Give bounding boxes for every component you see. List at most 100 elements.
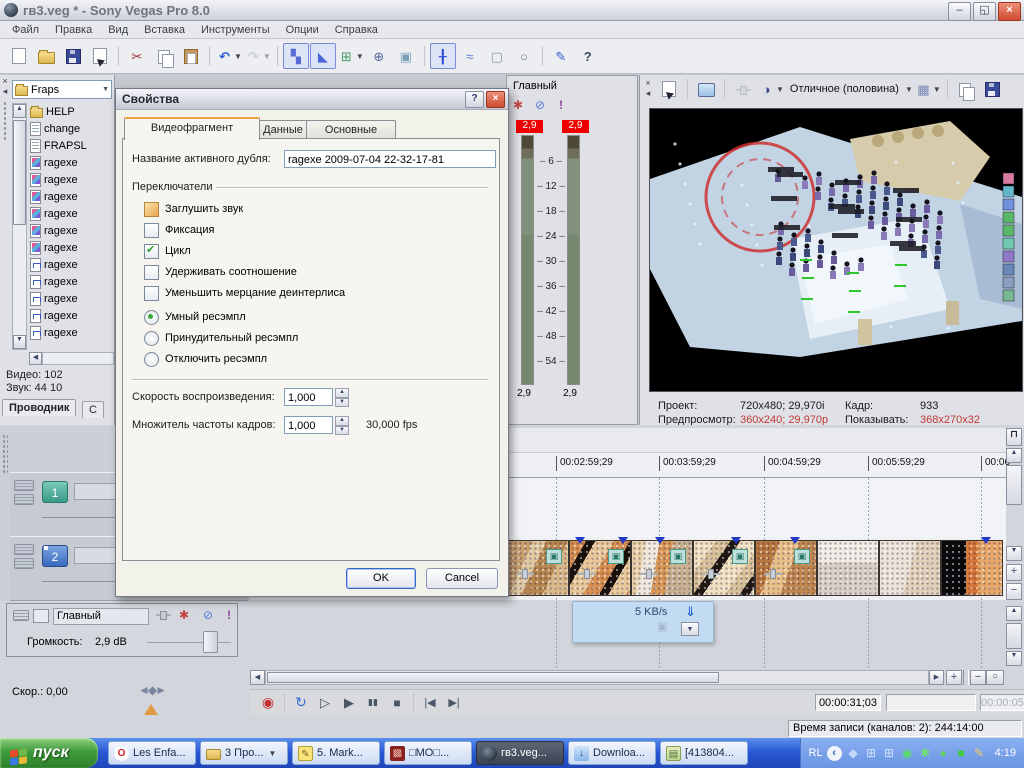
- hscroll-thumb[interactable]: [267, 672, 719, 683]
- file-item[interactable]: FRAPSL: [29, 137, 114, 154]
- panel-grip[interactable]: [3, 101, 8, 141]
- envelope-edit-tool-button[interactable]: [457, 43, 483, 69]
- copy-button[interactable]: [151, 43, 177, 69]
- language-indicator[interactable]: RL: [809, 747, 823, 759]
- external-monitor-button[interactable]: [693, 76, 719, 102]
- master-bus-name[interactable]: Главный: [53, 608, 149, 625]
- master-arrange-icon[interactable]: [13, 610, 29, 621]
- new-project-button[interactable]: [6, 43, 32, 69]
- file-item[interactable]: ragexe: [29, 290, 114, 307]
- rate-spinner[interactable]: ▲▼: [335, 388, 349, 407]
- taskbar-task-button[interactable]: Downloa...: [568, 741, 656, 765]
- record-button[interactable]: ◉: [256, 692, 280, 714]
- checkbox-icon[interactable]: [144, 202, 159, 217]
- hscroll-right-icon[interactable]: ▶: [929, 670, 944, 685]
- recorder-tray-icon[interactable]: ◉: [900, 746, 915, 761]
- menu-item[interactable]: Правка: [47, 23, 100, 37]
- go-to-start-button[interactable]: |◀: [418, 692, 442, 714]
- lower-scroll-up-icon[interactable]: ▲: [1006, 606, 1022, 621]
- taskbar-task-button[interactable]: [413804...: [660, 741, 748, 765]
- dropdown-arrow-icon[interactable]: ▼: [234, 52, 242, 61]
- zoom-in-time-icon[interactable]: +: [946, 670, 962, 685]
- taskbar-task-button[interactable]: Les Enfa...: [108, 741, 196, 765]
- multiplier-spinner[interactable]: ▲▼: [335, 416, 349, 435]
- play-from-start-button[interactable]: ▷: [313, 692, 337, 714]
- interactive-tutorials-button[interactable]: [548, 43, 574, 69]
- master-window-icon[interactable]: [33, 609, 49, 623]
- bus-gear-icon[interactable]: ✱: [513, 98, 523, 112]
- file-item[interactable]: HELP: [29, 103, 114, 120]
- volume-slider-handle[interactable]: [203, 631, 218, 653]
- rate-marker-icon[interactable]: [144, 697, 158, 715]
- file-item[interactable]: ragexe: [29, 307, 114, 324]
- restore-button[interactable]: ◱: [973, 2, 996, 21]
- tracks-scroll-down-icon[interactable]: ▼: [1006, 546, 1022, 561]
- checkbox-icon[interactable]: [144, 223, 159, 238]
- close-preview-icon[interactable]: ×: [643, 79, 653, 88]
- master-mute-icon[interactable]: ⊘: [203, 608, 213, 622]
- menu-item[interactable]: Вид: [100, 23, 136, 37]
- taskbar-task-button[interactable]: гв3.veg...: [476, 741, 564, 765]
- selection-time-display[interactable]: [886, 694, 976, 711]
- pen-tray-icon[interactable]: ✎: [972, 746, 987, 761]
- volume-slider-track[interactable]: [147, 642, 231, 643]
- zoom-tool-edit-icon[interactable]: ○: [986, 670, 1004, 685]
- take-name-input[interactable]: ragexe 2009-07-04 22-32-17-81: [284, 150, 496, 168]
- dialog-radio[interactable]: Принудительный ресэмпл: [144, 330, 298, 346]
- stop-button[interactable]: ■: [385, 692, 409, 714]
- file-item[interactable]: ragexe: [29, 171, 114, 188]
- dialog-help-button[interactable]: ?: [465, 91, 484, 108]
- multiplier-input[interactable]: 1,000: [284, 416, 333, 434]
- lower-scroll-down-icon[interactable]: ▼: [1006, 651, 1022, 666]
- status-tray-icon[interactable]: ■: [954, 746, 969, 761]
- tracks-scroll-up-icon[interactable]: ▲: [1006, 448, 1022, 463]
- track1-number[interactable]: 1: [42, 481, 68, 503]
- file-item[interactable]: ragexe: [29, 256, 114, 273]
- master-gear-icon[interactable]: ✱: [179, 608, 189, 622]
- master-plug-icon[interactable]: [155, 607, 172, 622]
- icq-tray-icon[interactable]: ✱: [918, 746, 933, 761]
- pan-crop-icon[interactable]: ▣: [546, 549, 562, 564]
- file-item[interactable]: ragexe: [29, 273, 114, 290]
- zoom-out-time-icon[interactable]: −: [970, 670, 986, 685]
- folder-combobox[interactable]: Fraps ▼: [12, 80, 112, 99]
- whats-this-help-button[interactable]: [575, 43, 601, 69]
- hscroll-left-icon[interactable]: ◀: [250, 670, 265, 685]
- undock-preview-icon[interactable]: ◂: [643, 89, 653, 98]
- enable-snapping-button[interactable]: [283, 43, 309, 69]
- network-a-tray-icon[interactable]: ⊞: [864, 746, 879, 761]
- overlays-button[interactable]: ▼: [914, 76, 942, 102]
- zoom-edit-tool-button[interactable]: [511, 43, 537, 69]
- track2-minimize-icon[interactable]: [14, 544, 34, 555]
- file-item[interactable]: ragexe: [29, 154, 114, 171]
- taskbar-task-button[interactable]: 5. Mark...: [292, 741, 380, 765]
- dialog-checkbox[interactable]: Фиксация: [144, 222, 214, 238]
- pan-crop-icon[interactable]: ▣: [794, 549, 810, 564]
- menu-item[interactable]: Опции: [278, 23, 327, 37]
- close-button[interactable]: ×: [998, 2, 1021, 21]
- scroll-down-icon[interactable]: ▼: [13, 335, 26, 349]
- overlay-dropdown-icon[interactable]: ▼: [681, 622, 699, 636]
- lock-envelopes-button[interactable]: [366, 43, 392, 69]
- bus-solo-icon[interactable]: !: [559, 98, 563, 112]
- clip-thumbnail[interactable]: ▣: [507, 540, 569, 596]
- marker-tool-icon[interactable]: ⊓: [1006, 428, 1022, 446]
- rate-input[interactable]: 1,000: [284, 388, 333, 406]
- file-item[interactable]: change: [29, 120, 114, 137]
- radio-icon[interactable]: [144, 310, 159, 325]
- pan-crop-icon[interactable]: ▣: [670, 549, 686, 564]
- dialog-radio[interactable]: Отключить ресэмпл: [144, 351, 267, 367]
- taskbar-task-button[interactable]: □МО□...: [384, 741, 472, 765]
- current-time-display[interactable]: 00:00:31;03: [815, 694, 881, 711]
- ignore-event-grouping-button[interactable]: [393, 43, 419, 69]
- pause-button[interactable]: ▮▮: [361, 692, 385, 714]
- clip-thumbnail[interactable]: [879, 540, 941, 596]
- timeline-grip[interactable]: [2, 434, 8, 474]
- file-list-vscrollbar[interactable]: ▲ ▼: [12, 103, 27, 350]
- tab-general[interactable]: Основные: [306, 120, 396, 139]
- dialog-checkbox[interactable]: Уменьшить мерцание деинтерлиса: [144, 285, 345, 301]
- dialog-close-button[interactable]: ×: [486, 91, 505, 108]
- ok-button[interactable]: OK: [346, 568, 416, 589]
- peak-label-right[interactable]: 2,9: [562, 120, 589, 133]
- dropdown-arrow-icon[interactable]: ▼: [356, 52, 364, 61]
